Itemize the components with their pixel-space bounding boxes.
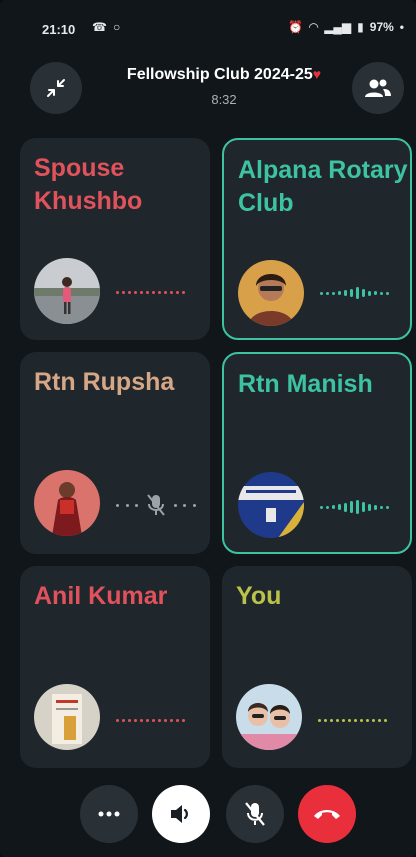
participant-tile[interactable]: Spouse Khushbo <box>20 138 210 340</box>
more-button[interactable] <box>80 785 138 843</box>
minimize-button[interactable] <box>30 62 82 114</box>
call-timer: 8:32 <box>211 92 237 107</box>
minimize-icon <box>47 79 65 97</box>
speaker-button[interactable] <box>152 785 210 843</box>
call-screen: 21:10 ☎ ○ ⏰ ◠ ▂▄▆ ▮ 97% • Fellowship Clu… <box>0 0 416 857</box>
call-header: Fellowship Club 2024-25♥ 8:32 <box>0 52 416 132</box>
notification-dot-icon: • <box>399 20 404 34</box>
participant-name: Anil Kumar <box>34 582 168 610</box>
audio-level-idle <box>116 718 196 722</box>
status-left-icons: ☎ ○ <box>92 20 120 34</box>
status-right: ⏰ ◠ ▂▄▆ ▮ 97% • <box>288 20 404 34</box>
end-call-icon <box>314 810 340 819</box>
end-call-button[interactable] <box>298 785 356 843</box>
avatar <box>34 258 100 324</box>
more-icon <box>98 811 120 817</box>
participant-tile-self[interactable]: You <box>222 566 412 768</box>
participant-name: Rtn Manish <box>238 370 373 398</box>
mic-off-icon <box>245 802 265 826</box>
battery-icon: ▮ <box>357 20 364 34</box>
participant-name: Rtn Rupsha <box>34 368 175 396</box>
muted-indicator <box>116 492 196 518</box>
audio-waveform <box>320 494 404 520</box>
audio-waveform <box>320 280 404 306</box>
participant-name: You <box>236 582 282 610</box>
call-title: Fellowship Club 2024-25♥ <box>104 66 344 84</box>
whatsapp-icon: ○ <box>112 20 121 34</box>
participant-tile[interactable]: Rtn Rupsha <box>20 352 210 554</box>
mute-button[interactable] <box>226 785 284 843</box>
status-time: 21:10 <box>42 22 76 37</box>
participant-tile[interactable]: Alpana Rotary Club <box>222 138 412 340</box>
heart-icon: ♥ <box>312 66 322 82</box>
participant-tile[interactable]: Rtn Manish <box>222 352 412 554</box>
status-bar: 21:10 ☎ ○ ⏰ ◠ ▂▄▆ ▮ 97% • <box>0 0 416 52</box>
avatar <box>238 260 304 326</box>
mic-muted-icon <box>147 494 165 516</box>
phone-icon: ☎ <box>92 20 107 34</box>
avatar <box>34 684 100 750</box>
audio-level-idle <box>318 718 398 722</box>
speaker-icon <box>171 805 188 823</box>
avatar <box>238 472 304 538</box>
audio-level-idle <box>116 290 196 294</box>
avatar <box>236 684 302 750</box>
avatar <box>34 470 100 536</box>
participant-tile[interactable]: Anil Kumar <box>20 566 210 768</box>
participants-icon <box>365 79 391 97</box>
alarm-icon: ⏰ <box>288 20 303 34</box>
call-controls <box>0 785 416 851</box>
battery-level: 97% <box>369 20 394 34</box>
participant-name: Alpana Rotary Club <box>238 156 408 217</box>
signal-icon: ▂▄▆ <box>324 20 352 34</box>
participant-name: Spouse Khushbo <box>34 154 143 215</box>
call-title-text: Fellowship Club 2024-25 <box>126 66 313 83</box>
wifi-icon: ◠ <box>308 20 319 34</box>
participants-button[interactable] <box>352 62 404 114</box>
